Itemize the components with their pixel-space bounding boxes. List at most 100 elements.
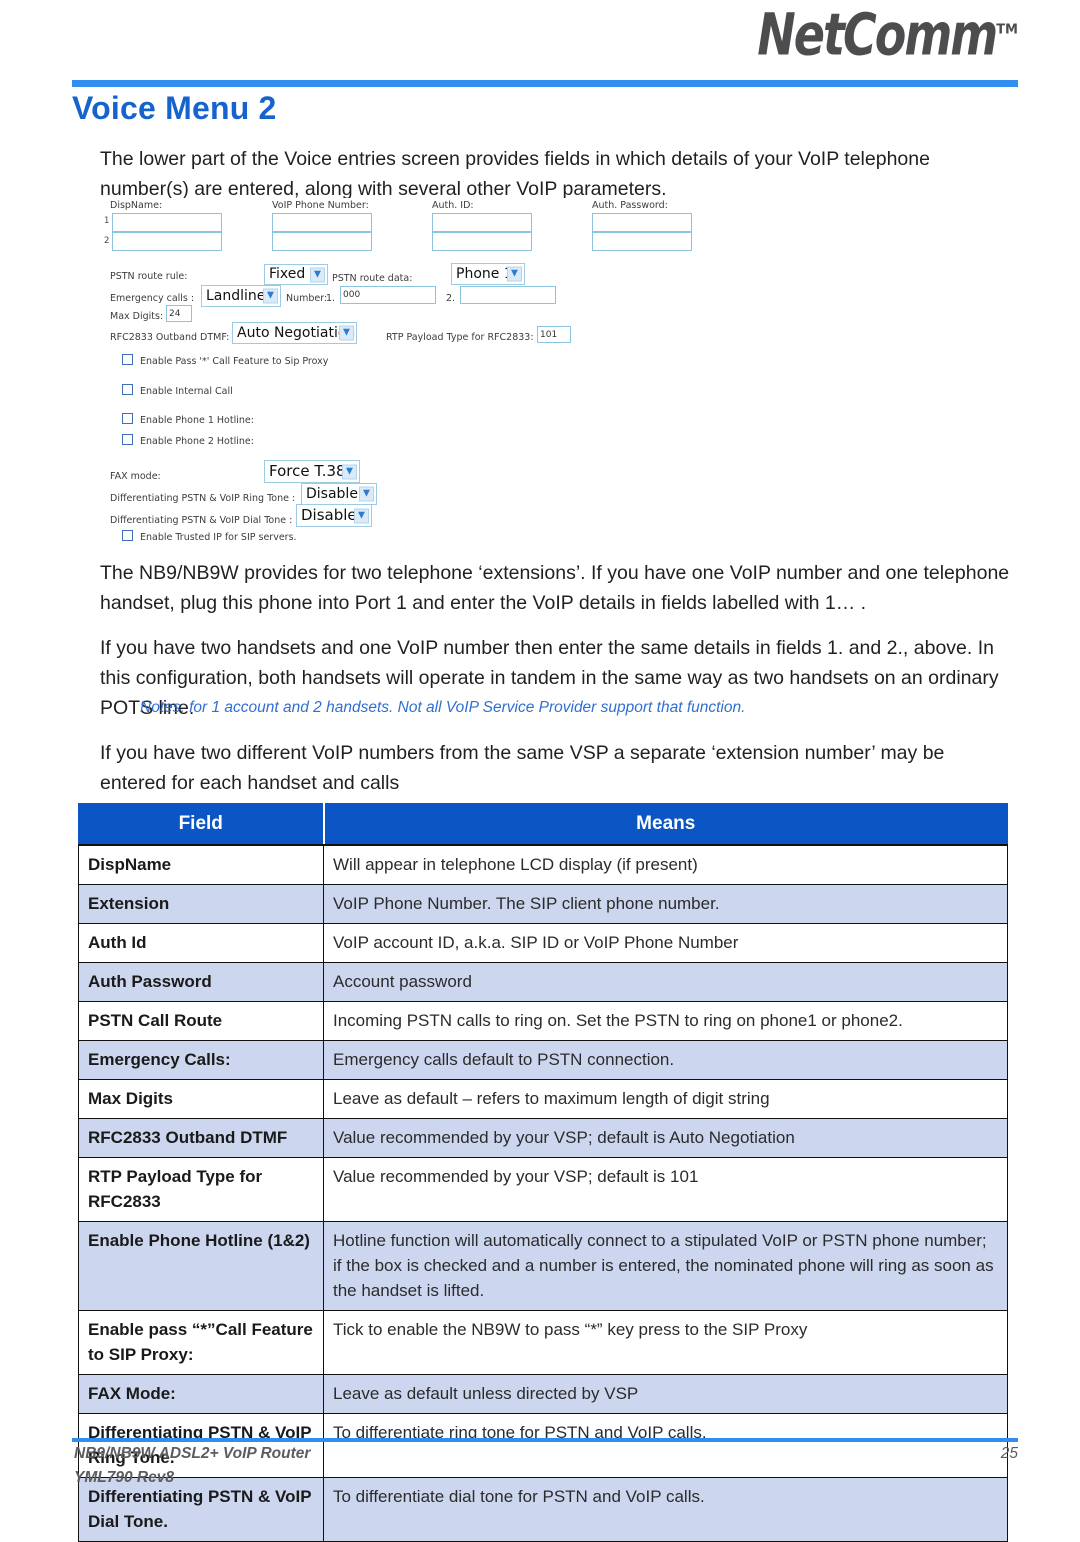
enable-pass-star-label: Enable Pass '*' Call Feature to Sip Prox… bbox=[140, 356, 329, 367]
emergency-number-2-input[interactable] bbox=[460, 286, 556, 304]
auth-password-input-2[interactable] bbox=[592, 232, 692, 251]
chevron-down-icon[interactable]: ▼ bbox=[507, 266, 522, 282]
emergency-number-label: Number: bbox=[286, 293, 328, 304]
table-cell-field: DispName bbox=[78, 844, 324, 885]
max-digits-input[interactable]: 24 bbox=[166, 305, 192, 322]
table-cell-means: Incoming PSTN calls to ring on. Set the … bbox=[323, 1001, 1008, 1041]
enable-internal-call-checkbox[interactable] bbox=[122, 384, 133, 395]
table-cell-means: VoIP Phone Number. The SIP client phone … bbox=[323, 884, 1008, 924]
table-cell-field: RFC2833 Outband DTMF bbox=[78, 1118, 324, 1158]
row-1-number: 1 bbox=[104, 216, 110, 226]
fax-mode-label: FAX mode: bbox=[110, 471, 161, 482]
page-number: 25 bbox=[1000, 1445, 1018, 1462]
table-row: DispName Will appear in telephone LCD dis… bbox=[78, 844, 1008, 885]
enable-pass-star-checkbox[interactable] bbox=[122, 354, 133, 365]
rfc2833-outband-dtmf-select[interactable]: Auto Negotiation ▼ bbox=[232, 322, 357, 344]
pstn-route-data-label: PSTN route data: bbox=[332, 273, 413, 284]
table-row: PSTN Call Route Incoming PSTN calls to ri… bbox=[78, 1001, 1008, 1041]
table-cell-means: Value recommended by your VSP; default i… bbox=[323, 1157, 1008, 1222]
rfc2833-outband-dtmf-value: Auto Negotiation bbox=[237, 325, 356, 341]
page-title: Voice Menu 2 bbox=[72, 90, 277, 126]
enable-internal-call-label: Enable Internal Call bbox=[140, 386, 233, 397]
table-cell-field: Extension bbox=[78, 884, 324, 924]
table-cell-means: Leave as default – refers to maximum len… bbox=[323, 1079, 1008, 1119]
emergency-number-1-input[interactable]: 000 bbox=[340, 286, 436, 304]
emergency-calls-select[interactable]: Landline ▼ bbox=[201, 285, 281, 307]
table-cell-field: PSTN Call Route bbox=[78, 1001, 324, 1041]
table-row: FAX Mode: Leave as default unless directe… bbox=[78, 1374, 1008, 1414]
table-row: Auth Password Account password bbox=[78, 962, 1008, 1002]
auth-password-input-1[interactable] bbox=[592, 213, 692, 232]
voip-number-input-2[interactable] bbox=[272, 232, 372, 251]
table-cell-means: Value recommended by your VSP; default i… bbox=[323, 1118, 1008, 1158]
table-row: Extension VoIP Phone Number. The SIP clie… bbox=[78, 884, 1008, 924]
emergency-calls-label: Emergency calls : bbox=[110, 293, 195, 304]
router-config-screenshot: DispName: VoIP Phone Number: Auth. ID: A… bbox=[104, 198, 704, 548]
pstn-route-data-select[interactable]: Phone 1 ▼ bbox=[451, 263, 525, 285]
enable-phone2-hotline-label: Enable Phone 2 Hotline: bbox=[140, 436, 254, 447]
rtp-payload-type-input[interactable]: 101 bbox=[537, 326, 571, 343]
table-cell-field: Max Digits bbox=[78, 1079, 324, 1119]
netcomm-logo: NetCommTM bbox=[757, 1, 1018, 69]
rtp-payload-type-label: RTP Payload Type for RFC2833: bbox=[386, 332, 534, 343]
enable-phone1-hotline-label: Enable Phone 1 Hotline: bbox=[140, 415, 254, 426]
auth-id-label: Auth. ID: bbox=[432, 200, 474, 211]
chevron-down-icon[interactable]: ▼ bbox=[342, 464, 357, 479]
max-digits-label: Max Digits: bbox=[110, 311, 164, 322]
table-cell-field: Auth Password bbox=[78, 962, 324, 1002]
table-cell-means: Account password bbox=[323, 962, 1008, 1002]
table-cell-means: Hotline function will automatically conn… bbox=[323, 1221, 1008, 1311]
table-cell-field: Enable pass “*”Call Feature to SIP Proxy… bbox=[78, 1310, 324, 1375]
dial-tone-select[interactable]: Disable ▼ bbox=[296, 504, 372, 527]
dispname-label: DispName: bbox=[110, 200, 163, 211]
voip-number-label: VoIP Phone Number: bbox=[272, 200, 369, 211]
chevron-down-icon[interactable]: ▼ bbox=[354, 508, 369, 523]
enable-trusted-ip-label: Enable Trusted IP for SIP servers. bbox=[140, 532, 297, 543]
table-cell-field: Enable Phone Hotline (1&2) bbox=[78, 1221, 324, 1311]
table-row: Emergency Calls: Emergency calls default … bbox=[78, 1040, 1008, 1080]
table-cell-means: Leave as default unless directed by VSP bbox=[323, 1374, 1008, 1414]
enable-phone1-hotline-checkbox[interactable] bbox=[122, 413, 133, 424]
chevron-down-icon[interactable]: ▼ bbox=[359, 486, 374, 502]
chevron-down-icon[interactable]: ▼ bbox=[310, 267, 325, 282]
ring-tone-select[interactable]: Disable ▼ bbox=[301, 483, 377, 505]
table-cell-field: FAX Mode: bbox=[78, 1374, 324, 1414]
fax-mode-select[interactable]: Force T.38 ▼ bbox=[264, 460, 360, 483]
chevron-down-icon[interactable]: ▼ bbox=[339, 325, 354, 341]
auth-id-input-1[interactable] bbox=[432, 213, 532, 232]
enable-trusted-ip-checkbox[interactable] bbox=[122, 530, 133, 541]
intro-paragraph: The lower part of the Voice entries scre… bbox=[100, 148, 930, 200]
table-cell-means: Will appear in telephone LCD display (if… bbox=[323, 844, 1008, 885]
dial-tone-label: Differentiating PSTN & VoIP Dial Tone : bbox=[110, 515, 293, 526]
table-row: RFC2833 Outband DTMF Value recommended by… bbox=[78, 1118, 1008, 1158]
auth-id-input-2[interactable] bbox=[432, 232, 532, 251]
trademark-symbol: TM bbox=[996, 21, 1018, 37]
pstn-route-rule-label: PSTN route rule: bbox=[110, 271, 188, 282]
ring-tone-value: Disable bbox=[306, 486, 358, 502]
page-footer: NB9/NB9W ADSL2+ VoIP Router YML790 Rev8 … bbox=[74, 1442, 1018, 1490]
pstn-route-rule-value: Fixed bbox=[269, 266, 306, 282]
fax-mode-value: Force T.38 bbox=[269, 462, 346, 480]
column-header-means: Means bbox=[322, 803, 1008, 846]
footer-product: NB9/NB9W ADSL2+ VoIP Router bbox=[74, 1445, 311, 1462]
emergency-number-2-label: 2. bbox=[446, 293, 456, 304]
table-row: Max Digits Leave as default – refers to m… bbox=[78, 1079, 1008, 1119]
emergency-number-1-label: 1. bbox=[326, 293, 336, 304]
rfc2833-outband-dtmf-label: RFC2833 Outband DTMF: bbox=[110, 332, 230, 343]
field-means-table: Field Means DispName Will appear in telep… bbox=[78, 803, 1008, 1542]
enable-phone2-hotline-checkbox[interactable] bbox=[122, 434, 133, 445]
table-row: RTP Payload Type for RFC2833 Value recomm… bbox=[78, 1157, 1008, 1222]
emergency-calls-value: Landline bbox=[206, 288, 266, 304]
paragraph-two-numbers: If you have two different VoIP numbers f… bbox=[100, 742, 945, 794]
footer-revision: YML790 Rev8 bbox=[74, 1469, 174, 1486]
voip-number-input-1[interactable] bbox=[272, 213, 372, 232]
pstn-route-rule-select[interactable]: Fixed ▼ bbox=[264, 264, 328, 285]
header-divider-rule bbox=[72, 80, 1018, 87]
table-row: Enable pass “*”Call Feature to SIP Proxy… bbox=[78, 1310, 1008, 1375]
dispname-input-2[interactable] bbox=[112, 232, 222, 251]
table-cell-field: RTP Payload Type for RFC2833 bbox=[78, 1157, 324, 1222]
auth-password-label: Auth. Password: bbox=[592, 200, 668, 211]
note-text: Notes: for 1 account and 2 handsets. Not… bbox=[140, 699, 746, 716]
chevron-down-icon[interactable]: ▼ bbox=[263, 288, 278, 304]
dispname-input-1[interactable] bbox=[112, 213, 222, 232]
